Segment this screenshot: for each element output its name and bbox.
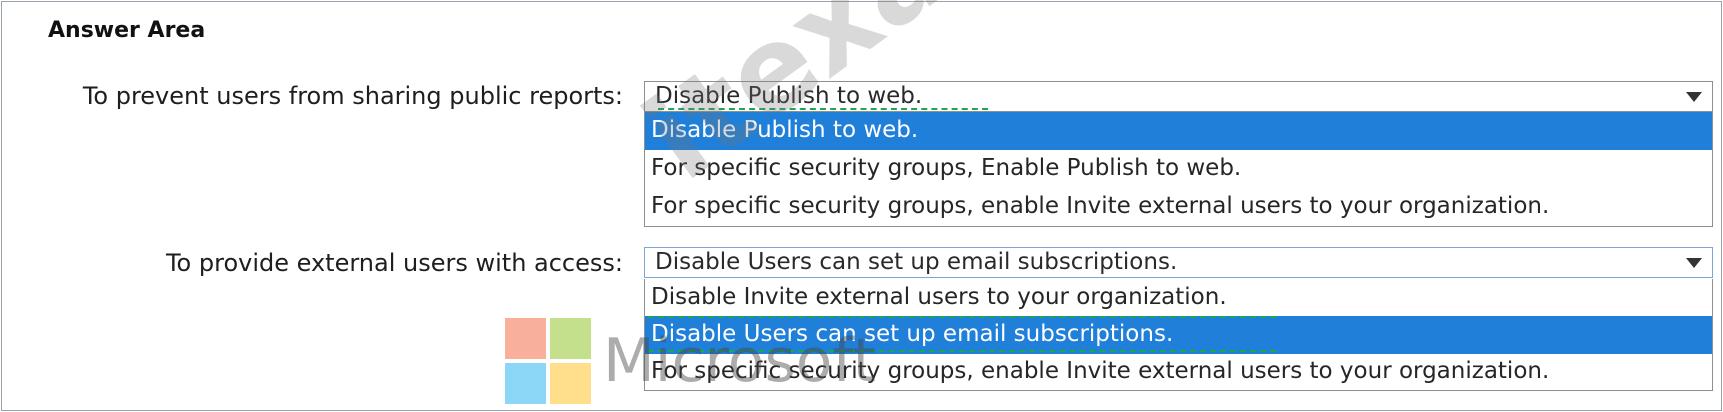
question-2-options: Disable Invite external users to your or… xyxy=(644,279,1713,391)
question-2-option[interactable]: For specific security groups, enable Inv… xyxy=(645,353,1712,391)
answer-marker xyxy=(648,316,1276,318)
answer-area-title: Answer Area xyxy=(48,18,206,43)
question-2-select[interactable]: Disable Users can set up email subscript… xyxy=(644,247,1713,278)
question-1-option[interactable]: Disable Publish to web. xyxy=(645,112,1712,150)
question-1-option[interactable]: For specific security groups, enable Inv… xyxy=(645,188,1712,226)
chevron-down-icon[interactable] xyxy=(1676,248,1712,277)
question-1-options: Disable Publish to web. For specific sec… xyxy=(644,112,1713,227)
question-2-label: To provide external users with access: xyxy=(165,249,623,277)
question-2-selected-value: Disable Users can set up email subscript… xyxy=(655,249,1178,275)
answer-marker xyxy=(658,108,988,110)
question-1-label: To prevent users from sharing public rep… xyxy=(82,82,623,110)
question-1-selected-value: Disable Publish to web. xyxy=(655,83,923,109)
question-1-option[interactable]: For specific security groups, Enable Pub… xyxy=(645,150,1712,188)
answer-marker xyxy=(648,350,1276,352)
question-2-option[interactable]: Disable Users can set up email subscript… xyxy=(645,316,1712,354)
question-2-option[interactable]: Disable Invite external users to your or… xyxy=(645,279,1712,317)
chevron-down-icon[interactable] xyxy=(1676,82,1712,111)
